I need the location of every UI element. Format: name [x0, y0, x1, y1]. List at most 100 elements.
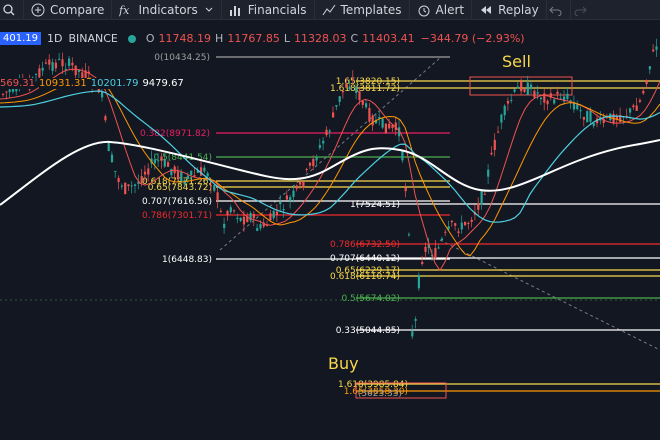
fib-level-label: 0.618(6110.74) [330, 272, 400, 282]
ma-value-1: 569.31 [0, 78, 35, 89]
candle-body [365, 103, 368, 108]
low-label: L [283, 32, 290, 45]
candle-body [190, 170, 193, 176]
indicators-button[interactable]: fx Indicators [112, 0, 222, 20]
candle-body [368, 107, 371, 122]
candle-body [539, 97, 543, 100]
templates-icon [322, 4, 335, 15]
candle-body [305, 168, 308, 170]
candle-body [358, 91, 361, 101]
ma-value-4: 9479.67 [142, 78, 184, 89]
symbol-search-button[interactable] [0, 0, 24, 20]
candle-body [523, 88, 526, 92]
candle-body [110, 154, 114, 163]
ma-value-2: 10931.31 [39, 78, 87, 89]
candle-body [483, 193, 486, 195]
candle-body [58, 58, 61, 60]
fib-level-label: 0.786(7301.71) [142, 211, 212, 221]
open-label: O [145, 32, 155, 45]
exchange-label: BINANCE [68, 32, 118, 45]
candle-body [401, 150, 404, 161]
candle-body [404, 187, 407, 192]
plus-circle-icon [31, 3, 45, 16]
fx-icon: fx [119, 4, 130, 17]
replay-button[interactable]: Replay [472, 0, 547, 20]
fib-level-label: 0.65(7843.72) [148, 183, 212, 193]
candle-body [355, 86, 358, 93]
candle-body [315, 157, 318, 161]
financials-button[interactable]: Financials [222, 0, 315, 20]
symbol-legend: 401.19 1D BINANCE O 11748.19 H 11767.85 L1… [0, 32, 525, 45]
candle-body [44, 62, 48, 64]
candle-body [256, 228, 259, 231]
templates-button[interactable]: Templates [315, 0, 410, 20]
candle-body [147, 168, 150, 175]
candle-body [130, 185, 133, 187]
candle-body [655, 46, 658, 50]
candle-body [503, 105, 506, 116]
alert-label: Alert [435, 2, 465, 17]
candle-body [553, 99, 556, 104]
candle-body [275, 211, 279, 215]
candle-body [341, 90, 345, 93]
compare-button[interactable]: Compare [24, 0, 113, 20]
high-value: 11767.85 [227, 32, 280, 45]
candle-body [61, 59, 64, 67]
candle-body [506, 100, 510, 104]
fib-level-label: 0.5(5674.02) [341, 294, 400, 304]
candle-body [533, 90, 536, 98]
candle-body [645, 80, 648, 85]
ma-line-white [0, 139, 660, 206]
candle-body [536, 92, 539, 94]
candle-body [497, 131, 500, 133]
candle-body [299, 181, 302, 185]
candle-body [592, 123, 595, 126]
candle-body [295, 185, 298, 189]
candle-body [440, 238, 444, 241]
undo-button[interactable] [547, 0, 571, 20]
candle-body [381, 118, 384, 128]
redo-button[interactable] [571, 0, 595, 20]
trend-line-down [439, 239, 660, 351]
candle-body [493, 139, 496, 151]
candle-body [629, 108, 632, 113]
candle-body [302, 181, 305, 188]
financials-label: Financials [247, 2, 307, 17]
candle-body [216, 192, 219, 201]
bar-chart-icon [229, 5, 240, 16]
candle-body [322, 140, 325, 144]
candle-body [516, 86, 519, 89]
candle-body [203, 167, 206, 172]
candle-body [200, 167, 203, 176]
alert-button[interactable]: Alert [410, 0, 473, 20]
candle-body [209, 185, 213, 187]
interval-label[interactable]: 1D [47, 32, 62, 45]
candle-body [206, 173, 209, 177]
candle-body [454, 223, 457, 226]
candle-body [140, 176, 143, 184]
templates-label: Templates [340, 2, 402, 17]
fib-level-label: 0.786(6732.50) [330, 240, 400, 250]
top-toolbar: Compare fx Indicators Financials Templat… [0, 0, 660, 20]
candle-body [104, 116, 107, 121]
candle-body [460, 222, 463, 230]
high-label: H [215, 32, 224, 45]
candle-body [543, 93, 546, 103]
ma-values-row: 569.31 10931.31 10201.79 9479.67 [0, 78, 184, 89]
candle-body [642, 90, 645, 94]
candle-body [487, 169, 490, 177]
candle-body [68, 58, 71, 66]
candle-body [325, 129, 328, 136]
candle-body [259, 224, 262, 229]
candle-body [35, 73, 38, 75]
candle-body [457, 231, 460, 233]
close-value: 11403.41 [362, 32, 415, 45]
replay-label: Replay [498, 2, 539, 17]
candle-body [648, 66, 651, 70]
candle-body [371, 115, 374, 126]
ma-value-3: 10201.79 [90, 78, 139, 89]
candle-body [114, 170, 117, 172]
candle-body [338, 96, 341, 102]
candle-body [361, 100, 364, 105]
candle-body [41, 67, 44, 71]
